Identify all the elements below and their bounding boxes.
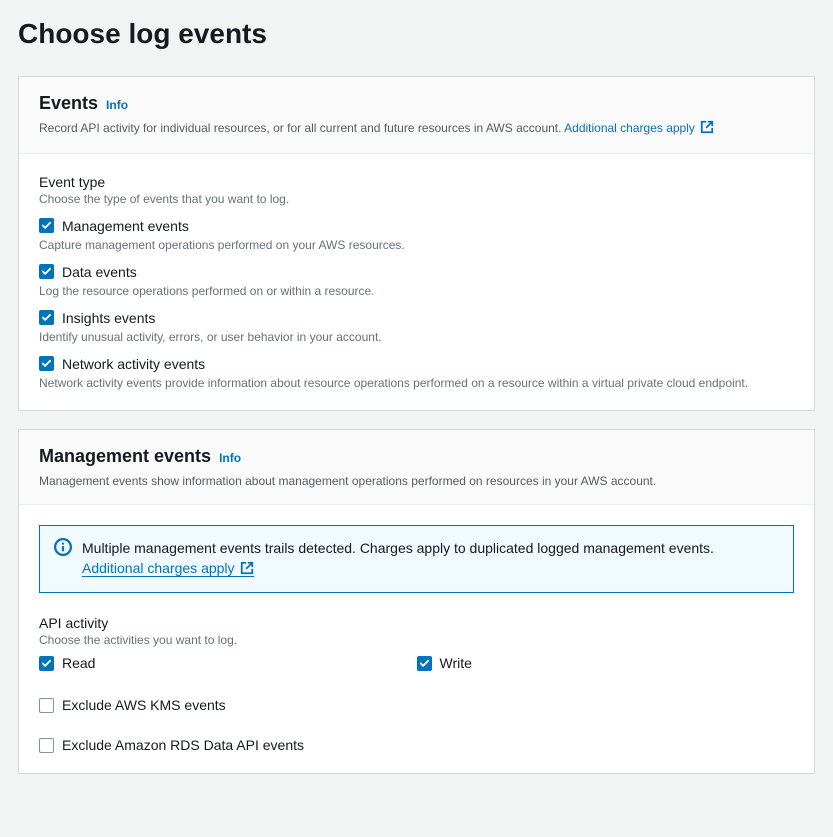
events-charges-link[interactable]: Additional charges apply (564, 121, 714, 135)
events-info-link[interactable]: Info (106, 98, 128, 112)
insights-events-desc: Identify unusual activity, errors, or us… (39, 330, 794, 344)
management-events-label: Management events (62, 218, 189, 234)
data-events-checkbox-row[interactable]: Data events (39, 264, 794, 280)
network-events-label: Network activity events (62, 356, 205, 372)
read-label: Read (62, 655, 95, 671)
insights-events-checkbox-row[interactable]: Insights events (39, 310, 794, 326)
events-charges-link-text: Additional charges apply (564, 121, 695, 135)
data-events-checkbox[interactable] (39, 264, 54, 279)
events-desc-text: Record API activity for individual resou… (39, 121, 564, 135)
network-events-checkbox[interactable] (39, 356, 54, 371)
event-type-hint: Choose the type of events that you want … (39, 192, 794, 206)
events-panel-desc: Record API activity for individual resou… (39, 120, 794, 139)
insights-events-label: Insights events (62, 310, 155, 326)
management-panel-header: Management events Info Management events… (19, 430, 814, 505)
exclude-kms-checkbox-row[interactable]: Exclude AWS KMS events (39, 697, 794, 713)
data-events-label: Data events (62, 264, 137, 280)
alert-text: Multiple management events trails detect… (82, 538, 714, 558)
events-panel-header: Events Info Record API activity for indi… (19, 77, 814, 154)
exclude-kms-checkbox[interactable] (39, 698, 54, 713)
write-checkbox-row[interactable]: Write (417, 655, 795, 671)
write-label: Write (440, 655, 472, 671)
insights-events-checkbox[interactable] (39, 310, 54, 325)
duplicate-trails-alert: Multiple management events trails detect… (39, 525, 794, 594)
api-activity-hint: Choose the activities you want to log. (39, 633, 794, 647)
alert-link-text: Additional charges apply (82, 560, 235, 576)
api-activity-label: API activity (39, 615, 794, 631)
alert-charges-link[interactable]: Additional charges apply (82, 560, 254, 577)
exclude-rds-checkbox[interactable] (39, 738, 54, 753)
network-events-desc: Network activity events provide informat… (39, 376, 794, 390)
read-checkbox[interactable] (39, 656, 54, 671)
management-panel-title: Management events (39, 446, 211, 467)
management-events-desc: Capture management operations performed … (39, 238, 794, 252)
write-checkbox[interactable] (417, 656, 432, 671)
data-events-desc: Log the resource operations performed on… (39, 284, 794, 298)
exclude-rds-checkbox-row[interactable]: Exclude Amazon RDS Data API events (39, 737, 794, 753)
info-icon (54, 538, 72, 561)
external-link-icon (240, 560, 254, 580)
external-link-icon (700, 120, 714, 139)
management-panel-desc: Management events show information about… (39, 473, 794, 490)
read-checkbox-row[interactable]: Read (39, 655, 417, 671)
event-type-label: Event type (39, 174, 794, 190)
management-events-checkbox-row[interactable]: Management events (39, 218, 794, 234)
management-panel: Management events Info Management events… (18, 429, 815, 774)
page-title: Choose log events (18, 18, 815, 50)
exclude-kms-label: Exclude AWS KMS events (62, 697, 226, 713)
events-panel: Events Info Record API activity for indi… (18, 76, 815, 411)
management-events-checkbox[interactable] (39, 218, 54, 233)
exclude-rds-label: Exclude Amazon RDS Data API events (62, 737, 304, 753)
events-panel-body: Event type Choose the type of events tha… (19, 154, 814, 410)
network-events-checkbox-row[interactable]: Network activity events (39, 356, 794, 372)
events-panel-title: Events (39, 93, 98, 114)
management-info-link[interactable]: Info (219, 451, 241, 465)
management-panel-body: Multiple management events trails detect… (19, 505, 814, 774)
